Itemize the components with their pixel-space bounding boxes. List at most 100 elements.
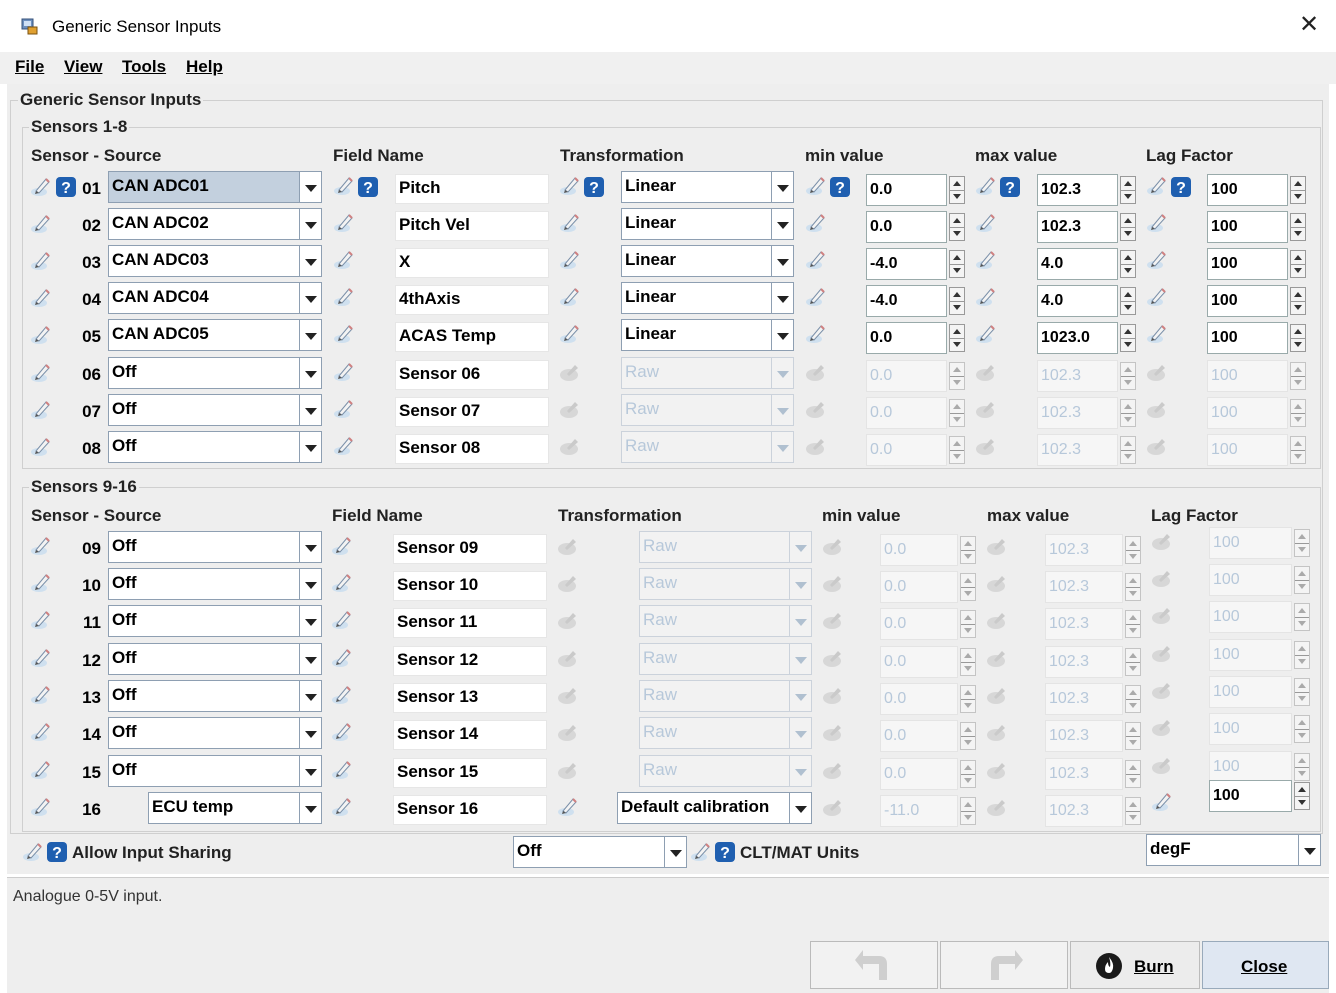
spinner-arrows-icon[interactable] — [1120, 176, 1136, 204]
sensor-05-max-value-spinner[interactable]: 1023.0 — [1037, 322, 1136, 354]
chevron-down-icon[interactable] — [1298, 835, 1320, 865]
sensor-12-field-name-input[interactable]: Sensor 12 — [393, 646, 547, 676]
sensor-06-source-edit-icon[interactable] — [30, 362, 52, 384]
spinner-arrows-icon[interactable] — [1290, 213, 1306, 241]
chevron-down-icon[interactable] — [299, 532, 321, 562]
sensor-06-lag-edit-icon[interactable] — [1146, 361, 1168, 383]
sensor-12-transformation-select[interactable]: Raw — [639, 643, 812, 675]
sensor-01-transformation-select[interactable]: Linear — [621, 171, 794, 203]
spinner-arrows-icon[interactable] — [960, 573, 976, 601]
chevron-down-icon[interactable] — [299, 432, 321, 462]
sensor-01-max-value-spinner[interactable]: 102.3 — [1037, 174, 1136, 206]
sensor-14-field-edit-icon[interactable] — [331, 721, 353, 743]
sensor-10-field-edit-icon[interactable] — [331, 572, 353, 594]
sensor-11-transformation-select[interactable]: Raw — [639, 605, 812, 637]
spinner-arrows-icon[interactable] — [949, 213, 965, 241]
chevron-down-icon[interactable] — [299, 320, 321, 350]
chevron-down-icon[interactable] — [299, 718, 321, 748]
menu-view[interactable]: View — [64, 57, 102, 77]
sensor-14-field-name-input[interactable]: Sensor 14 — [393, 720, 547, 750]
sensor-15-max-value-spinner[interactable]: 102.3 — [1045, 758, 1141, 790]
sensor-16-field-edit-icon[interactable] — [331, 796, 353, 818]
edit-pen-icon[interactable] — [690, 841, 712, 863]
sensor-04-min-value-spinner[interactable]: -4.0 — [866, 285, 965, 317]
sensor-16-trans-edit-icon[interactable] — [557, 796, 579, 818]
clt-mat-units-select[interactable]: degF — [1146, 834, 1321, 866]
sensor-06-trans-edit-icon[interactable] — [559, 361, 581, 383]
spinner-arrows-icon[interactable] — [949, 362, 965, 390]
spinner-arrows-icon[interactable] — [960, 797, 976, 825]
sensor-02-max-value-spinner[interactable]: 102.3 — [1037, 211, 1136, 243]
sensor-05-trans-edit-icon[interactable] — [559, 323, 581, 345]
spinner-arrows-icon[interactable] — [1290, 399, 1306, 427]
spinner-arrows-icon[interactable] — [1294, 782, 1310, 810]
sensor-01-lag-edit-icon[interactable] — [1146, 175, 1168, 197]
spinner-arrows-icon[interactable] — [960, 536, 976, 564]
sensor-14-transformation-select[interactable]: Raw — [639, 717, 812, 749]
sensor-04-transformation-select[interactable]: Linear — [621, 282, 794, 314]
sensor-03-field-edit-icon[interactable] — [333, 249, 355, 271]
sensor-16-lag-edit-icon[interactable] — [1151, 791, 1173, 813]
sensor-09-min-edit-icon[interactable] — [822, 535, 844, 557]
sensor-14-max-edit-icon[interactable] — [986, 721, 1008, 743]
sensor-13-lag-edit-icon[interactable] — [1151, 679, 1173, 701]
sensor-08-trans-edit-icon[interactable] — [559, 435, 581, 457]
spinner-arrows-icon[interactable] — [1125, 573, 1141, 601]
sensor-07-transformation-select[interactable]: Raw — [621, 394, 794, 426]
spinner-arrows-icon[interactable] — [1125, 760, 1141, 788]
close-button[interactable]: Close — [1202, 941, 1329, 989]
spinner-arrows-icon[interactable] — [1294, 678, 1310, 706]
sensor-12-trans-edit-icon[interactable] — [557, 647, 579, 669]
sensor-14-source-edit-icon[interactable] — [30, 721, 52, 743]
sensor-12-min-value-spinner[interactable]: 0.0 — [880, 646, 976, 678]
sensor-01-trans-edit-icon[interactable] — [559, 175, 581, 197]
spinner-arrows-icon[interactable] — [949, 436, 965, 464]
sensor-04-source-select[interactable]: CAN ADC04 — [108, 282, 322, 314]
sensor-08-field-name-input[interactable]: Sensor 08 — [395, 434, 549, 464]
spinner-arrows-icon[interactable] — [1294, 566, 1310, 594]
sensor-10-max-value-spinner[interactable]: 102.3 — [1045, 571, 1141, 603]
chevron-down-icon[interactable] — [299, 756, 321, 786]
sensor-02-min-edit-icon[interactable] — [805, 212, 827, 234]
spinner-arrows-icon[interactable] — [1125, 797, 1141, 825]
sensor-02-field-edit-icon[interactable] — [333, 212, 355, 234]
spinner-arrows-icon[interactable] — [1290, 176, 1306, 204]
sensor-01-field-edit-icon[interactable] — [333, 175, 355, 197]
chevron-down-icon[interactable] — [664, 837, 686, 867]
sensor-09-field-name-input[interactable]: Sensor 09 — [393, 534, 547, 564]
sensor-03-transformation-select[interactable]: Linear — [621, 245, 794, 277]
spinner-arrows-icon[interactable] — [1125, 610, 1141, 638]
spinner-arrows-icon[interactable] — [960, 722, 976, 750]
spinner-arrows-icon[interactable] — [949, 399, 965, 427]
sensor-11-field-edit-icon[interactable] — [331, 609, 353, 631]
sensor-03-max-edit-icon[interactable] — [975, 249, 997, 271]
spinner-arrows-icon[interactable] — [1294, 603, 1310, 631]
chevron-down-icon[interactable] — [299, 793, 321, 823]
chevron-down-icon[interactable] — [299, 681, 321, 711]
chevron-down-icon[interactable] — [789, 681, 811, 711]
sensor-08-min-value-spinner[interactable]: 0.0 — [866, 434, 965, 466]
sensor-09-trans-edit-icon[interactable] — [557, 535, 579, 557]
sensor-04-lag-edit-icon[interactable] — [1146, 286, 1168, 308]
spinner-arrows-icon[interactable] — [1294, 529, 1310, 557]
sensor-10-min-edit-icon[interactable] — [822, 572, 844, 594]
sensor-16-source-select[interactable]: ECU temp — [148, 792, 322, 824]
sensor-06-transformation-select[interactable]: Raw — [621, 357, 794, 389]
sensor-15-transformation-select[interactable]: Raw — [639, 755, 812, 787]
spinner-arrows-icon[interactable] — [1294, 753, 1310, 781]
sensor-13-transformation-select[interactable]: Raw — [639, 680, 812, 712]
edit-pen-icon[interactable] — [22, 841, 44, 863]
chevron-down-icon[interactable] — [771, 283, 793, 313]
sensor-07-field-name-input[interactable]: Sensor 07 — [395, 397, 549, 427]
sensor-02-min-value-spinner[interactable]: 0.0 — [866, 211, 965, 243]
chevron-down-icon[interactable] — [299, 246, 321, 276]
sensor-11-lag-edit-icon[interactable] — [1151, 604, 1173, 626]
spinner-arrows-icon[interactable] — [1120, 436, 1136, 464]
sensor-06-max-edit-icon[interactable] — [975, 361, 997, 383]
sensor-10-lag-edit-icon[interactable] — [1151, 567, 1173, 589]
sensor-13-max-edit-icon[interactable] — [986, 684, 1008, 706]
sensor-13-max-value-spinner[interactable]: 102.3 — [1045, 683, 1141, 715]
sensor-04-max-edit-icon[interactable] — [975, 286, 997, 308]
sensor-05-min-edit-icon[interactable] — [805, 323, 827, 345]
sensor-12-min-edit-icon[interactable] — [822, 647, 844, 669]
